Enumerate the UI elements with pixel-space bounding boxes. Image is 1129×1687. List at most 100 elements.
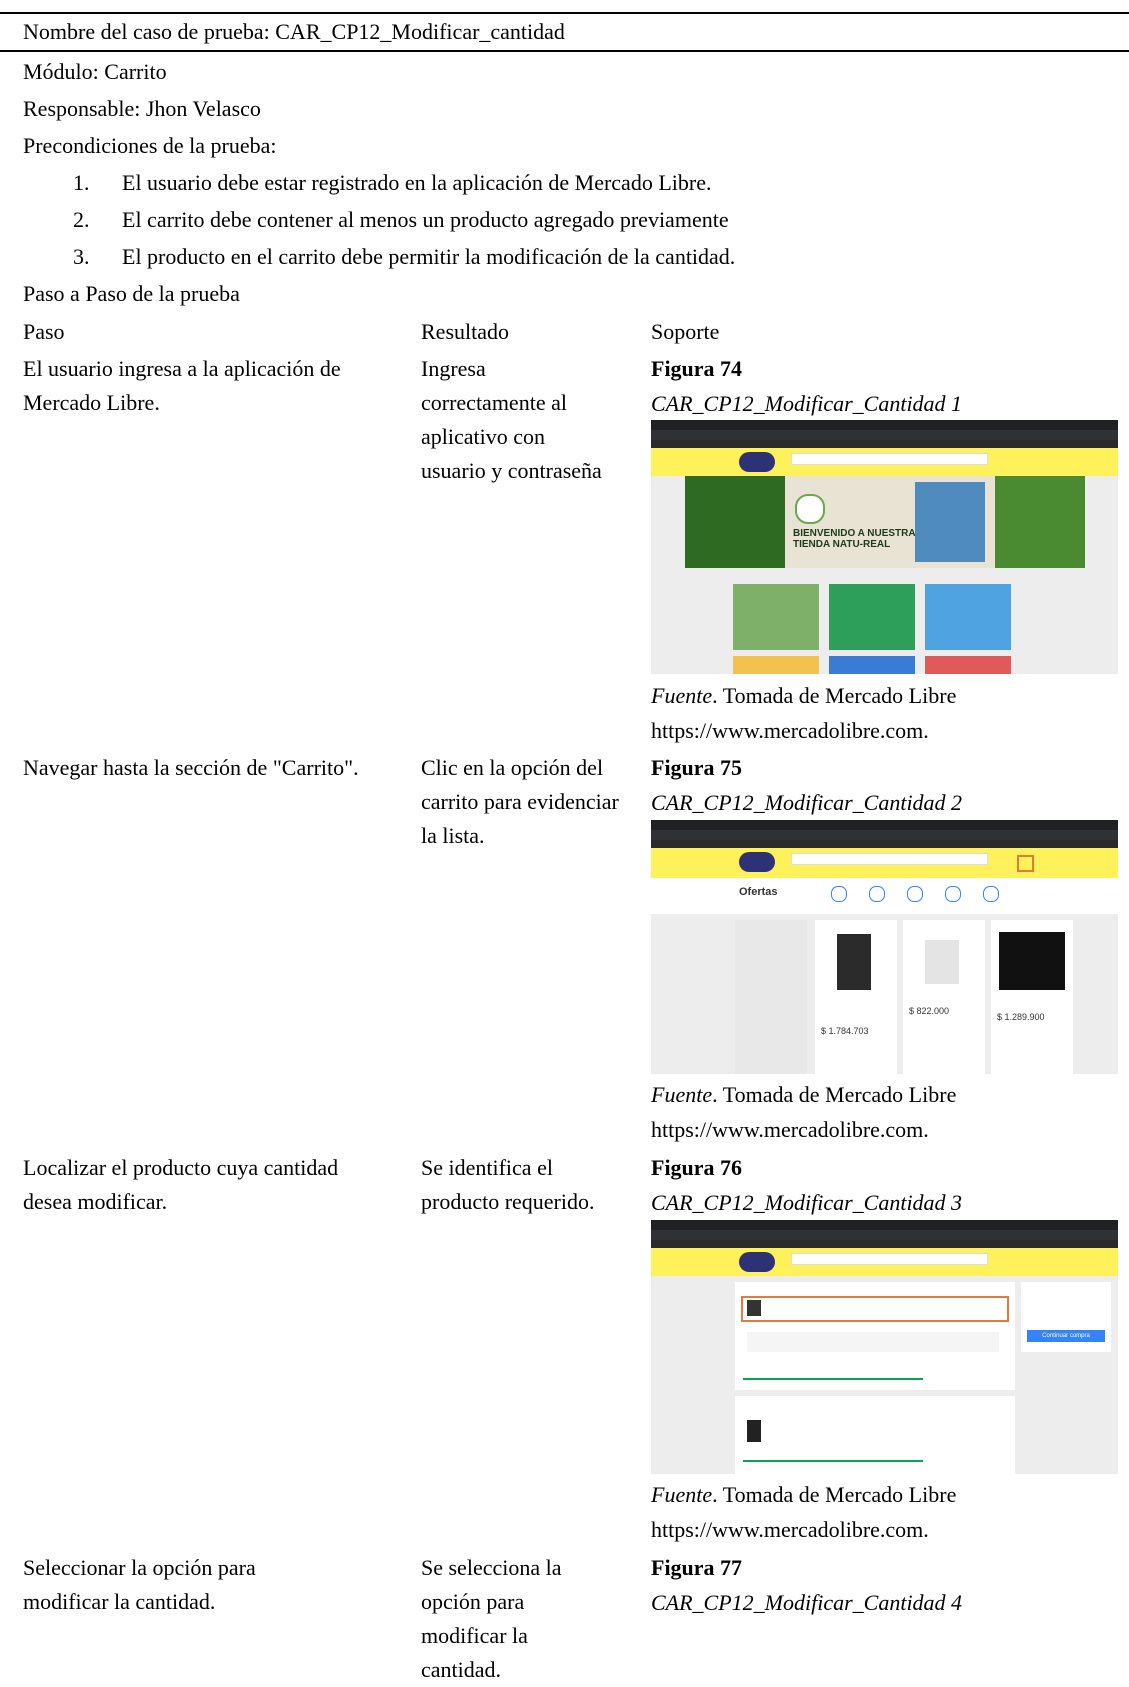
product-price: $ 1.784.703 [821, 1026, 869, 1036]
figure-number: Figura 75 [651, 755, 743, 780]
browser-tab-bar [651, 1220, 1118, 1230]
mercadolibre-logo [739, 452, 775, 472]
column-header-support: Soporte [651, 319, 720, 344]
browser-tab-bar [651, 420, 1118, 430]
offers-heading: Ofertas [739, 886, 778, 898]
filters-sidebar [735, 920, 807, 1074]
category-icon [983, 886, 999, 902]
chair-image [747, 1300, 761, 1316]
test-case-name: Nombre del caso de prueba: CAR_CP12_Modi… [23, 19, 565, 44]
cart-item [747, 1420, 761, 1442]
source-text: . Tomada de Mercado Libre [712, 1482, 957, 1507]
browser-address-bar [651, 830, 1118, 840]
top-rule [0, 12, 1129, 14]
phone-image [999, 932, 1065, 990]
result-text: Se selecciona la opción para modificar l… [421, 1555, 562, 1682]
product-card: $ 822.000 [903, 920, 985, 1074]
source-line: Fuente. Tomada de Mercado Libre [651, 1478, 956, 1512]
progress-bar [743, 1460, 923, 1462]
precondition-text: El carrito debe contener al menos un pro… [122, 207, 729, 232]
figure-caption: CAR_CP12_Modificar_Cantidad 4 [651, 1590, 963, 1615]
category-icon [831, 886, 847, 902]
browser-address-bar [651, 430, 1118, 440]
precondition-number: 3. [73, 244, 90, 269]
browser-bookmarks-bar [651, 840, 1118, 848]
source-label: Fuente [651, 1082, 713, 1107]
result-text: Clic en la opción del carrito para evide… [421, 755, 619, 848]
precondition-text: El producto en el carrito debe permitir … [122, 244, 736, 269]
fridge-image [837, 934, 871, 990]
source-line: Fuente. Tomada de Mercado Libre [651, 679, 956, 713]
banner-title: BIENVENIDO A NUESTRA TIENDA NATU-REAL [793, 528, 916, 550]
category-tile [925, 656, 1011, 674]
product-price: $ 1.289.900 [997, 1012, 1045, 1022]
steps-title: Paso a Paso de la prueba [23, 281, 240, 306]
product-card: $ 1.289.900 [991, 920, 1073, 1074]
step-text: Localizar el producto cuya cantidad dese… [23, 1155, 339, 1214]
figure-caption: CAR_CP12_Modificar_Cantidad 2 [651, 790, 963, 815]
mercadolibre-logo [739, 1252, 775, 1272]
figure-number: Figura 76 [651, 1155, 743, 1180]
product-card: $ 1.784.703 [815, 920, 897, 1074]
source-label: Fuente [651, 683, 713, 708]
figure-number: Figura 77 [651, 1555, 743, 1580]
progress-bar [743, 1378, 923, 1380]
source-url: https://www.mercadolibre.com. [651, 1517, 929, 1542]
natureal-banner: BIENVENIDO A NUESTRA TIENDA NATU-REAL [685, 476, 1085, 568]
mercadolibre-logo [739, 852, 775, 872]
result-text: Ingresa correctamente al aplicativo con … [421, 356, 602, 483]
summary-panel: Continuar compra [1021, 1282, 1111, 1352]
source-label: Fuente [651, 1482, 713, 1507]
screenshot-figure-76: Continuar compra [651, 1220, 1118, 1474]
category-tile [829, 584, 915, 650]
precondition-number: 2. [73, 207, 90, 232]
product-price: $ 822.000 [909, 1006, 950, 1016]
source-text: . Tomada de Mercado Libre [712, 683, 957, 708]
cart-panel [735, 1396, 1015, 1474]
screenshot-figure-74: BIENVENIDO A NUESTRA TIENDA NATU-REAL [651, 420, 1118, 674]
responsible-label: Responsable: Jhon Velasco [23, 96, 261, 121]
precondition-number: 1. [73, 170, 90, 195]
category-tile [925, 584, 1011, 650]
search-bar [791, 1253, 988, 1265]
natureal-logo-icon [795, 494, 825, 524]
highlighted-cart-item [741, 1296, 1009, 1322]
mercadolibre-header [651, 1248, 1118, 1276]
continue-purchase-button: Continuar compra [1027, 1330, 1105, 1342]
category-icon [945, 886, 961, 902]
category-tile [733, 584, 819, 650]
product-bottles [915, 482, 985, 562]
figure-caption: CAR_CP12_Modificar_Cantidad 3 [651, 1190, 963, 1215]
source-url: https://www.mercadolibre.com. [651, 718, 929, 743]
column-header-result: Resultado [421, 319, 509, 344]
category-icon [907, 886, 923, 902]
category-tile [733, 656, 819, 674]
cart-panel [735, 1282, 1015, 1390]
browser-address-bar [651, 1230, 1118, 1240]
header-rule [0, 50, 1129, 52]
preconditions-title: Precondiciones de la prueba: [23, 133, 277, 158]
offers-nav: Ofertas [651, 878, 1118, 914]
figure-caption: CAR_CP12_Modificar_Cantidad 1 [651, 391, 963, 416]
category-tile [829, 656, 915, 674]
browser-bookmarks-bar [651, 440, 1118, 448]
antenna-image [925, 940, 959, 984]
mercadolibre-header [651, 848, 1118, 878]
module-label: Módulo: Carrito [23, 59, 167, 84]
step-text: El usuario ingresa a la aplicación de Me… [23, 356, 341, 415]
screenshot-figure-75: Ofertas $ 1.784.703 $ 822.000 $ 1.289.90… [651, 820, 1118, 1074]
step-text: Navegar hasta la sección de "Carrito". [23, 755, 359, 780]
source-url: https://www.mercadolibre.com. [651, 1117, 929, 1142]
column-header-step: Paso [23, 319, 65, 344]
category-icon [869, 886, 885, 902]
search-bar [791, 853, 988, 865]
browser-tab-bar [651, 820, 1118, 830]
result-text: Se identifica el producto requerido. [421, 1155, 595, 1214]
precondition-text: El usuario debe estar registrado en la a… [122, 170, 712, 195]
browser-bookmarks-bar [651, 1240, 1118, 1248]
cart-item [747, 1332, 999, 1352]
cart-icon-highlight [1017, 855, 1034, 872]
source-line: Fuente. Tomada de Mercado Libre [651, 1078, 956, 1112]
search-bar [791, 453, 988, 465]
figure-number: Figura 74 [651, 356, 743, 381]
